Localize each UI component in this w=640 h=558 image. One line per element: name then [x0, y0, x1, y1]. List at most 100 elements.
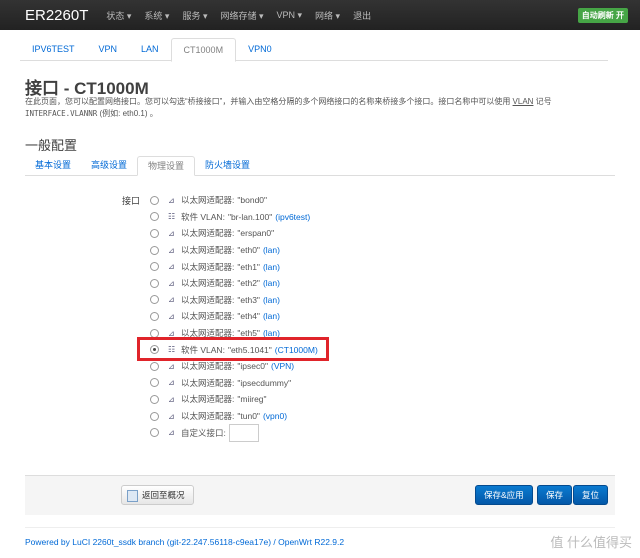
- interface-name: "br-lan.100": [227, 211, 273, 222]
- network-link[interactable]: (lan): [263, 245, 280, 255]
- radio-button[interactable]: [150, 212, 159, 222]
- interface-option[interactable]: ⊿ 以太网适配器: "miireg": [150, 391, 318, 408]
- save-button[interactable]: 保存: [537, 485, 573, 505]
- tab-vpn0[interactable]: VPN0: [236, 38, 284, 60]
- menu-services[interactable]: 服务 ▾: [182, 9, 207, 22]
- menu-status[interactable]: 状态 ▾: [106, 9, 131, 22]
- radio-button[interactable]: [150, 411, 159, 421]
- radio-button[interactable]: [150, 295, 159, 305]
- network-link[interactable]: (lan): [263, 278, 280, 288]
- ethernet-icon: ⊿: [168, 262, 175, 272]
- radio-button[interactable]: [150, 262, 159, 272]
- interface-type: 以太网适配器:: [181, 294, 235, 305]
- interface-option[interactable]: ⊿ 以太网适配器: "bond0": [150, 192, 318, 209]
- reset-button[interactable]: 复位: [573, 485, 609, 505]
- auto-refresh-toggle[interactable]: 自动刷新 开: [577, 8, 628, 23]
- watermark: 值 什么值得买: [550, 535, 632, 550]
- network-link[interactable]: (lan): [263, 311, 280, 321]
- ethernet-icon: ⊿: [168, 428, 175, 438]
- tab-ipv6test[interactable]: IPV6TEST: [20, 38, 87, 60]
- interface-name: "miireg": [237, 394, 267, 405]
- radio-button[interactable]: [150, 195, 159, 205]
- interface-option[interactable]: ⊿ 以太网适配器: "erspan0": [150, 225, 318, 242]
- custom-interface-label: 自定义接口:: [181, 427, 226, 438]
- radio-button[interactable]: [150, 245, 159, 255]
- interface-option[interactable]: ⊿ 以太网适配器: "eth0" (lan): [150, 242, 318, 259]
- tab-firewall[interactable]: 防火墙设置: [195, 156, 260, 175]
- interface-name: "eth3": [237, 294, 260, 305]
- vlan-icon: ☷: [168, 212, 176, 222]
- desc-example: (例如: eth0.1) 。: [97, 109, 158, 118]
- menu-vpn[interactable]: VPN ▾: [277, 10, 303, 21]
- interface-option[interactable]: ⊿ 以太网适配器: "eth1" (lan): [150, 258, 318, 275]
- top-navbar: ER2260T 状态 ▾ 系统 ▾ 服务 ▾ 网络存储 ▾ VPN ▾ 网络 ▾…: [0, 0, 640, 30]
- interface-type: 以太网适配器:: [181, 394, 235, 405]
- desc-text: 在此页面，您可以配置网络接口。您可以勾选“桥接接口”，并输入由空格分隔的多个网络…: [25, 97, 513, 106]
- interface-name: "eth0": [237, 245, 260, 256]
- interface-type: 以太网适配器:: [181, 278, 235, 289]
- interface-name: "ipsec0": [237, 361, 268, 372]
- vlan-abbr: VLAN: [512, 97, 534, 106]
- brand[interactable]: ER2260T: [25, 7, 88, 24]
- network-link[interactable]: (lan): [263, 262, 280, 272]
- menu-system[interactable]: 系统 ▾: [144, 9, 169, 22]
- tab-physical[interactable]: 物理设置: [137, 156, 196, 176]
- tab-vpn[interactable]: VPN: [87, 38, 130, 60]
- interface-label: 接口: [122, 196, 141, 206]
- network-link[interactable]: (ipv6test): [275, 212, 310, 222]
- interface-type: 以太网适配器:: [181, 311, 235, 322]
- radio-button[interactable]: [150, 394, 159, 404]
- interface-option[interactable]: ⊿ 以太网适配器: "eth3" (lan): [150, 292, 318, 309]
- radio-button[interactable]: [150, 378, 159, 388]
- network-link[interactable]: (lan): [263, 295, 280, 305]
- radio-button[interactable]: [150, 428, 159, 438]
- interface-option[interactable]: ⊿ 以太网适配器: "eth2" (lan): [150, 275, 318, 292]
- divider: [25, 527, 615, 528]
- radio-button[interactable]: [150, 311, 159, 321]
- custom-interface-option[interactable]: ⊿ 自定义接口:: [150, 423, 318, 442]
- footer-link[interactable]: Powered by LuCI 2260t_ssdk branch (git-2…: [25, 537, 344, 547]
- ethernet-icon: ⊿: [168, 295, 175, 305]
- interface-type: 以太网适配器:: [181, 228, 235, 239]
- menu-network[interactable]: 网络 ▾: [315, 9, 340, 22]
- radio-button[interactable]: [150, 228, 159, 238]
- interface-type: 以太网适配器:: [181, 245, 235, 256]
- tab-lan[interactable]: LAN: [129, 38, 171, 60]
- interface-type: 软件 VLAN:: [181, 211, 225, 222]
- interface-option[interactable]: ☷ 软件 VLAN: "br-lan.100" (ipv6test): [150, 209, 318, 226]
- tab-basic[interactable]: 基本设置: [25, 156, 81, 175]
- interface-type: 以太网适配器:: [181, 195, 235, 206]
- ethernet-icon: ⊿: [168, 411, 175, 421]
- save-apply-button[interactable]: 保存&应用: [475, 485, 533, 505]
- ethernet-icon: ⊿: [168, 394, 175, 404]
- ethernet-icon: ⊿: [168, 311, 175, 321]
- tab-ct1000m[interactable]: CT1000M: [170, 38, 237, 62]
- network-link[interactable]: (vpn0): [263, 411, 287, 421]
- custom-interface-input[interactable]: [228, 423, 259, 442]
- ethernet-icon: ⊿: [168, 245, 175, 255]
- menu-logout[interactable]: 退出: [353, 9, 371, 22]
- radio-button[interactable]: [150, 278, 159, 288]
- interface-type: 以太网适配器:: [181, 361, 235, 372]
- back-to-overview-button[interactable]: 返回至概况: [121, 485, 194, 505]
- interface-name: "tun0": [237, 411, 260, 422]
- ethernet-icon: ⊿: [168, 378, 175, 388]
- ethernet-icon: ⊿: [168, 361, 175, 371]
- network-link[interactable]: (VPN): [271, 361, 294, 371]
- interface-option[interactable]: ⊿ 以太网适配器: "ipsecdummy": [150, 375, 318, 392]
- interface-name: "erspan0": [237, 228, 275, 239]
- tab-advanced[interactable]: 高级设置: [81, 156, 137, 175]
- page-description: 在此页面，您可以配置网络接口。您可以勾选“桥接接口”，并输入由空格分隔的多个网络…: [25, 96, 615, 120]
- interface-type: 以太网适配器:: [181, 261, 235, 272]
- interface-name: "eth2": [237, 278, 260, 289]
- ethernet-icon: ⊿: [168, 278, 175, 288]
- ethernet-icon: ⊿: [168, 228, 175, 238]
- menu-nas[interactable]: 网络存储 ▾: [220, 9, 263, 22]
- interface-list: ⊿ 以太网适配器: "bond0" ☷ 软件 VLAN: "br-lan.100" (ipv…: [150, 192, 318, 442]
- interface-option[interactable]: ⊿ 以太网适配器: "tun0" (vpn0): [150, 408, 318, 425]
- action-bar: 返回至概况 保存&应用 保存 复位: [25, 475, 615, 515]
- interface-tabs: IPV6TEST VPN LAN CT1000M VPN0: [20, 38, 608, 62]
- interface-name: "bond0": [237, 195, 268, 206]
- radio-button[interactable]: [150, 361, 159, 371]
- interface-option[interactable]: ⊿ 以太网适配器: "eth4" (lan): [150, 308, 318, 325]
